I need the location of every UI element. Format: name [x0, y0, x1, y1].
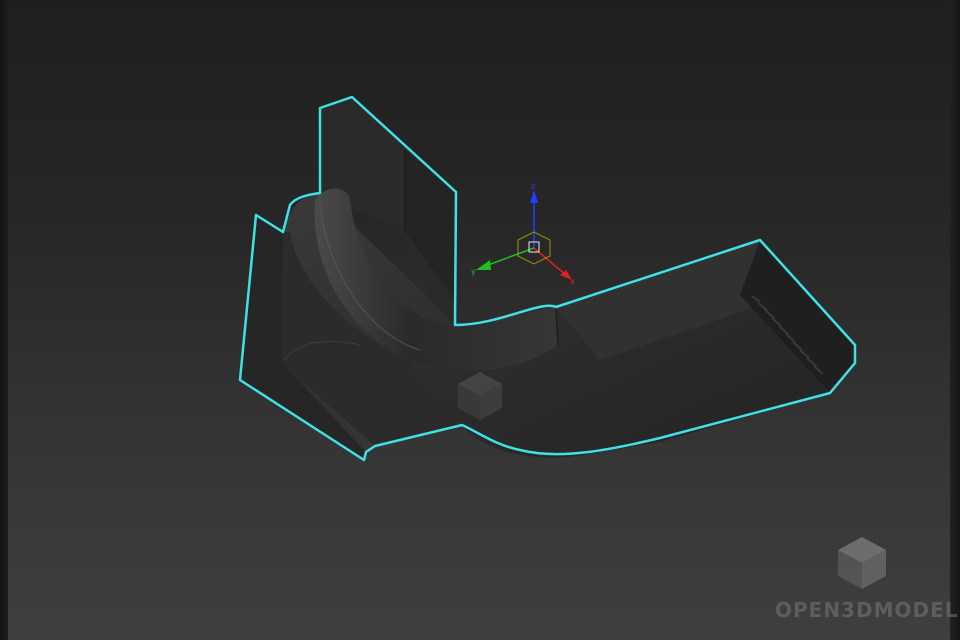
gizmo-z-label: z [531, 182, 535, 191]
gizmo-y-label: y [471, 267, 476, 276]
watermark-text: OPEN3DMODEL [775, 598, 959, 622]
gizmo-z-arrow-icon[interactable] [530, 190, 538, 203]
cube-logo-icon [838, 537, 886, 589]
gizmo-x-label: x [570, 277, 575, 286]
3d-viewport[interactable]: z y x OPEN3DMODEL [0, 0, 960, 640]
gizmo-y-arrow-icon[interactable] [476, 260, 491, 270]
transform-gizmo[interactable]: z y x [471, 182, 575, 286]
gizmo-y-axis[interactable] [487, 247, 535, 266]
duct-model[interactable] [240, 97, 855, 460]
scene-canvas[interactable]: z y x [0, 0, 960, 640]
